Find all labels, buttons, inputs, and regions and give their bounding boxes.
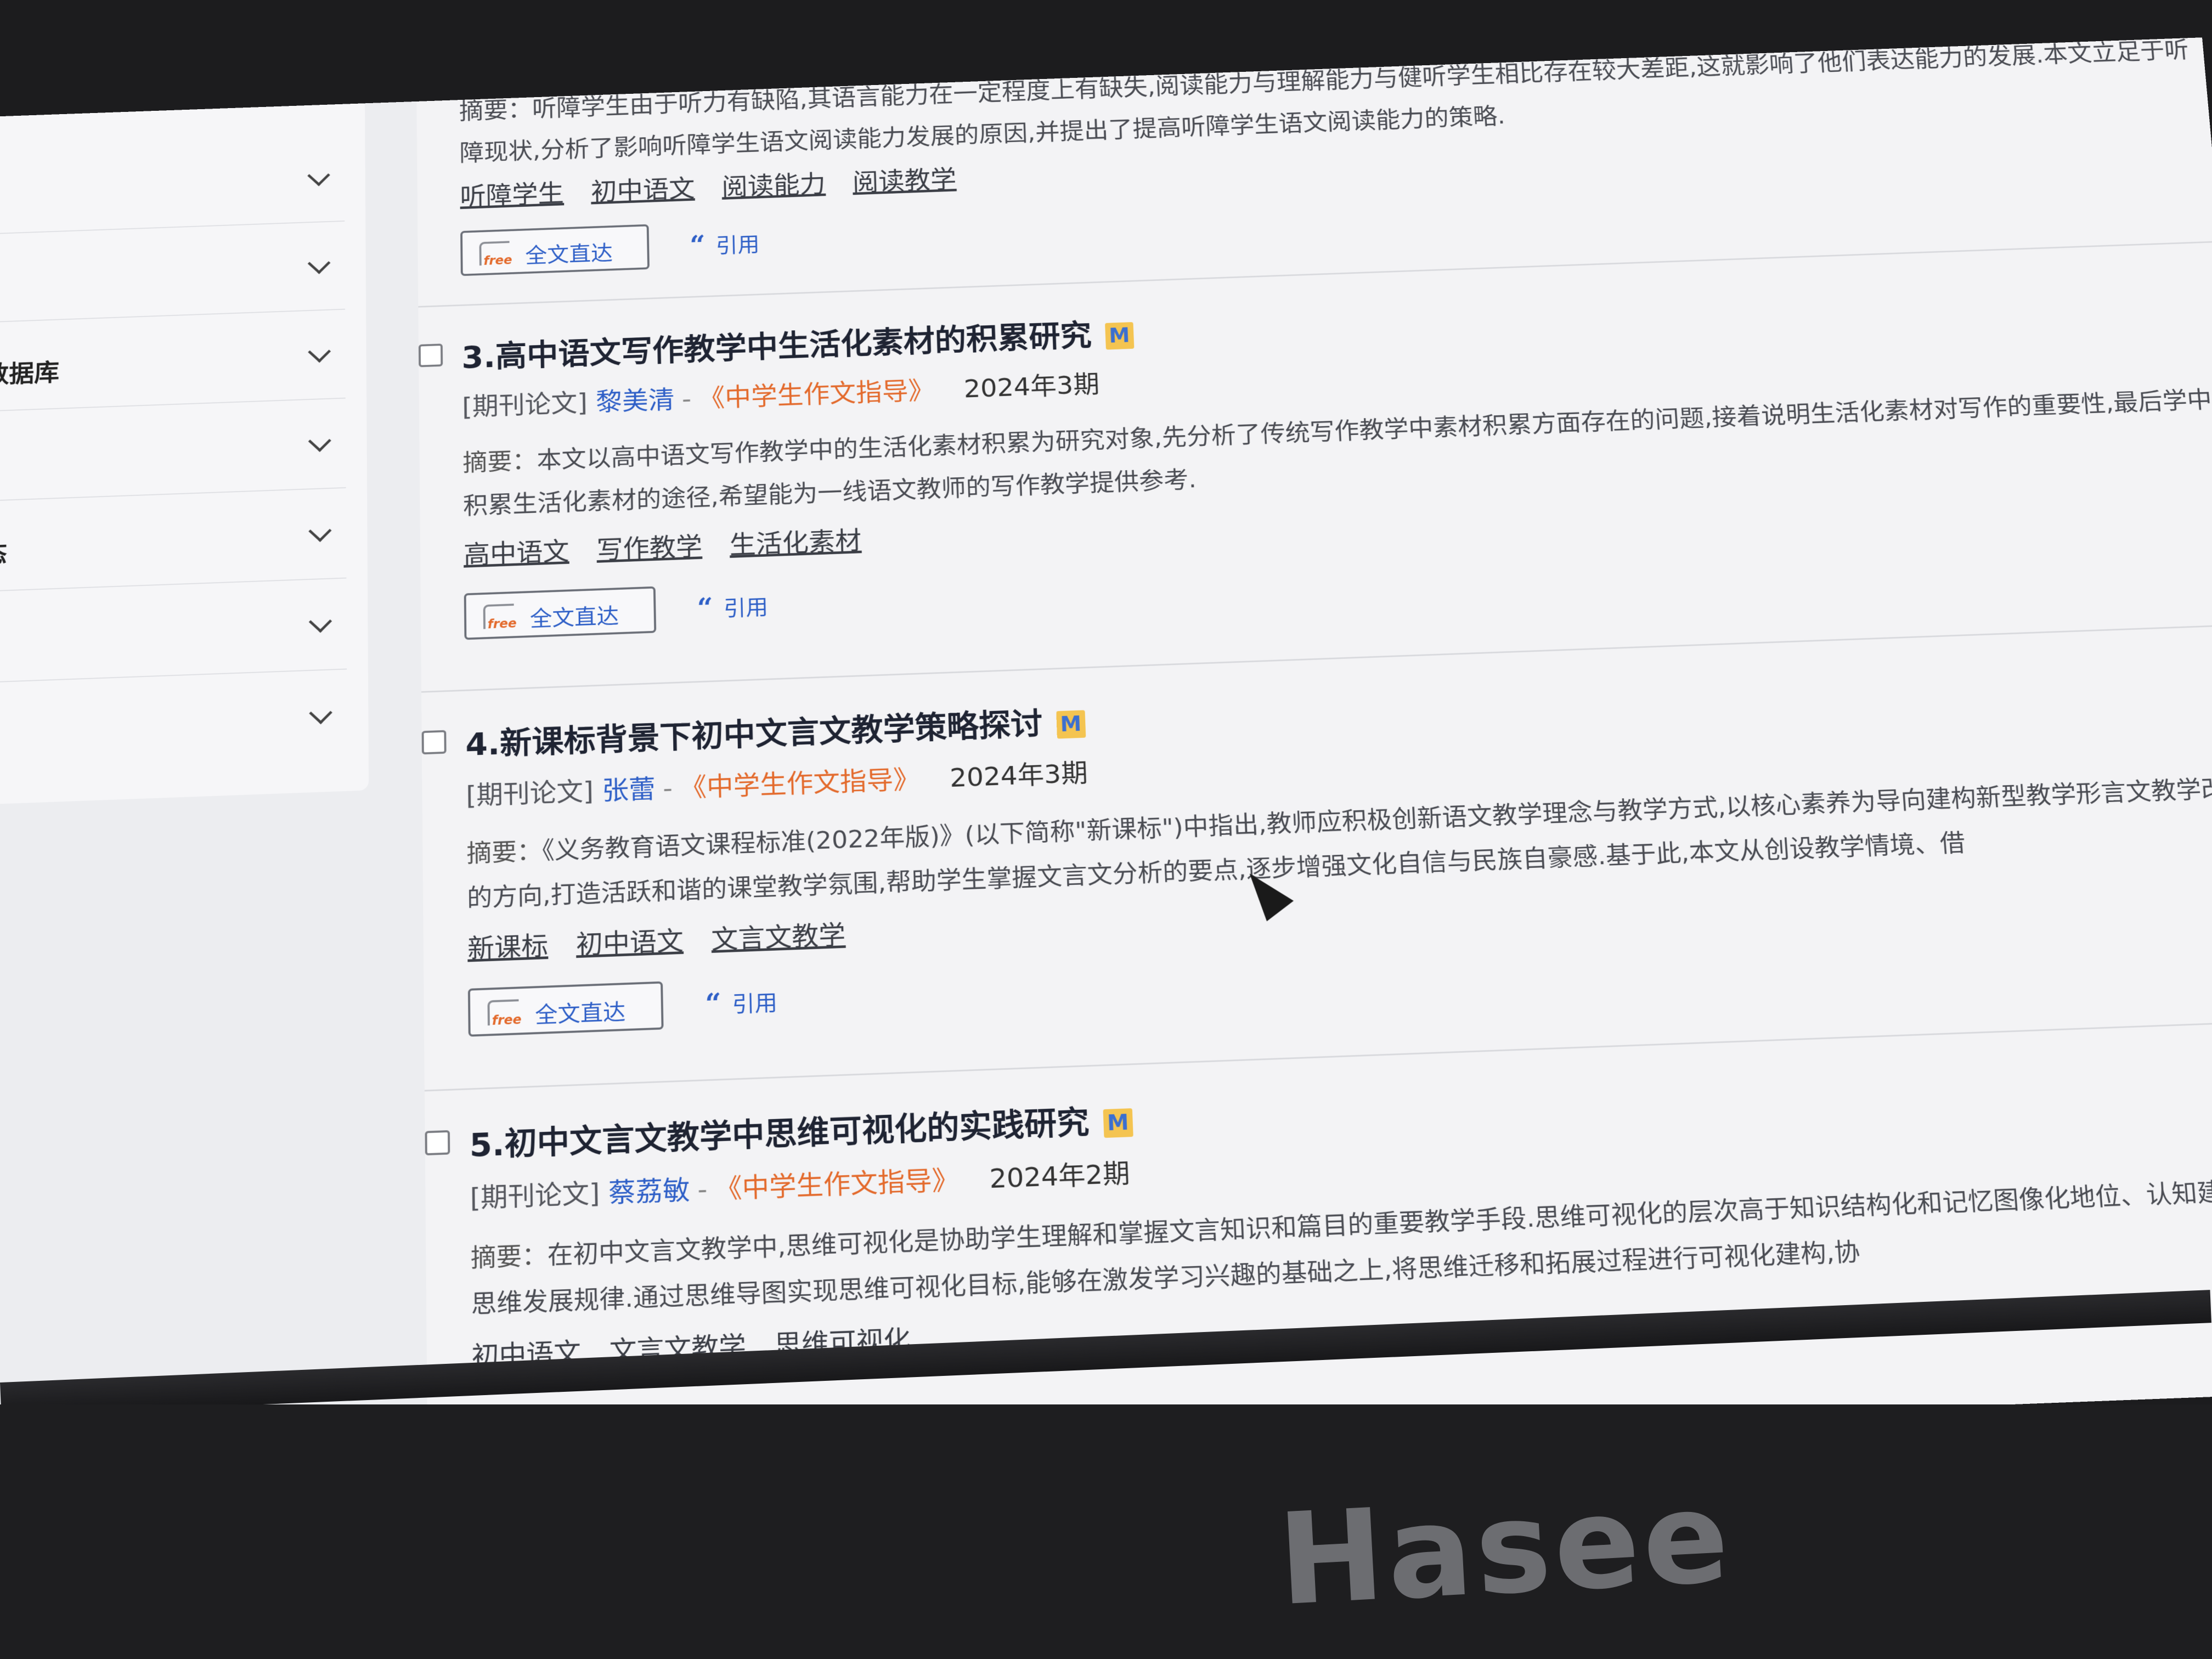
result-title[interactable]: 4.新课标背景下初中文言文教学策略探讨 M	[465, 697, 1086, 765]
chevron-down-icon[interactable]	[308, 341, 331, 363]
result-meta: [期刊论文] 张蕾 - 《中学生作文指导》 2024年3期	[466, 753, 1088, 812]
keyword-link[interactable]: 新课标	[467, 931, 549, 964]
laptop-screen: 数据库 态 摘要：听障学生由于听力有缺陷,其语言能力在一定程度上有缺失,阅读能力…	[0, 37, 2212, 1482]
issue-label: 2024年3期	[963, 369, 1101, 404]
cite-label: 引用	[731, 990, 778, 1018]
full-text-button[interactable]: free 全文直达	[460, 224, 650, 276]
chevron-down-icon[interactable]	[307, 165, 330, 187]
author-link[interactable]: 蔡荔敏	[608, 1175, 690, 1209]
filter-label: 态	[0, 539, 8, 569]
full-text-button[interactable]: free 全文直达	[467, 981, 664, 1037]
free-access-icon: free	[479, 241, 512, 268]
keyword-link[interactable]: 生活化素材	[729, 526, 862, 560]
cite-button[interactable]: “ 引用	[697, 590, 768, 624]
quote-icon: “	[704, 988, 722, 1020]
quote-icon: “	[697, 592, 714, 624]
chevron-down-icon[interactable]	[307, 252, 331, 274]
abstract-label: 摘要：	[470, 1240, 548, 1273]
keyword-link[interactable]: 听障学生	[460, 179, 564, 211]
keyword-link[interactable]: 高中语文	[464, 537, 569, 569]
keyword-link[interactable]: 初中语文	[591, 174, 695, 206]
filter-row[interactable]: 态	[0, 492, 347, 592]
result-title-text[interactable]: 5.初中文言文教学中思维可视化的实践研究	[469, 1104, 1090, 1164]
result-title-text[interactable]: 3.高中语文写作教学中生活化素材的积累研究	[461, 318, 1092, 376]
doc-type: [期刊论文]	[462, 388, 588, 422]
meta-separator: -	[697, 1173, 708, 1205]
keyword-link[interactable]: 文言文教学	[711, 920, 846, 955]
free-access-icon: free	[483, 603, 517, 631]
chevron-down-icon[interactable]	[308, 610, 332, 633]
filter-row[interactable]	[0, 138, 345, 235]
source-link[interactable]: 《中学生作文指导》	[715, 1165, 960, 1205]
result-checkbox[interactable]	[421, 730, 447, 755]
filter-row[interactable]	[0, 402, 346, 502]
result-checkbox[interactable]	[418, 343, 443, 368]
result-item: 4.新课标背景下初中文言文教学策略探讨 M [期刊论文] 张蕾 - 《中学生作文指导》…	[421, 654, 2212, 1037]
chevron-down-icon[interactable]	[308, 430, 331, 452]
keyword-link[interactable]: 初中语文	[576, 926, 684, 960]
filter-row[interactable]	[0, 225, 346, 323]
filter-sidebar: 数据库 态	[0, 103, 369, 805]
brand-logo: Hasee	[1274, 1464, 1735, 1634]
cite-button[interactable]: “ 引用	[705, 985, 778, 1020]
result-actions: free 全文直达 “ 引用	[467, 981, 777, 1037]
m-badge-icon: M	[1104, 322, 1134, 350]
chevron-down-icon[interactable]	[308, 520, 332, 542]
result-actions: free 全文直达 “ 引用	[464, 586, 768, 640]
result-item: 3.高中语文写作教学中生活化素材的积累研究 M [期刊论文] 黎美清 - 《中学生作文…	[418, 270, 2212, 640]
keyword-link[interactable]: 阅读教学	[852, 165, 957, 197]
issue-label: 2024年3期	[949, 758, 1088, 793]
doc-type: [期刊论文]	[470, 1178, 600, 1214]
result-title[interactable]: 5.初中文言文教学中思维可视化的实践研究 M	[469, 1095, 1133, 1166]
m-badge-icon: M	[1103, 1108, 1133, 1138]
filter-row[interactable]	[0, 674, 347, 774]
result-divider	[421, 624, 2212, 693]
author-link[interactable]: 张蕾	[602, 774, 656, 806]
filter-row[interactable]: 数据库	[0, 313, 346, 412]
result-abstract: 摘要：听障学生由于听力有缺陷,其语言能力在一定程度上有缺失,阅读能力与理解能力与…	[459, 37, 2190, 167]
laptop-bezel	[0, 1404, 2212, 1659]
chevron-down-icon[interactable]	[309, 702, 332, 725]
quote-icon: “	[689, 230, 706, 261]
full-text-label: 全文直达	[525, 240, 613, 268]
cite-button[interactable]: “ 引用	[689, 228, 760, 261]
full-text-button[interactable]: free 全文直达	[464, 586, 657, 640]
meta-separator: -	[662, 773, 673, 804]
issue-label: 2024年2期	[989, 1158, 1131, 1194]
cite-label: 引用	[723, 595, 769, 622]
abstract-label: 摘要：	[462, 447, 537, 477]
result-title-text[interactable]: 4.新课标背景下初中文言文教学策略探讨	[465, 706, 1043, 763]
full-text-label: 全文直达	[529, 603, 619, 631]
result-item: 摘要：听障学生由于听力有缺陷,其语言能力在一定程度上有缺失,阅读能力与理解能力与…	[417, 37, 2204, 276]
m-badge-icon: M	[1056, 710, 1086, 739]
result-item: 5.初中文言文教学中思维可视化的实践研究 M [期刊论文] 蔡荔敏 - 《中学生作文指…	[425, 1052, 2212, 1373]
result-divider	[418, 241, 2212, 308]
filter-label: 数据库	[0, 358, 60, 389]
result-divider	[424, 1020, 2212, 1092]
author-link[interactable]: 黎美清	[596, 385, 675, 417]
result-actions: free 全文直达 “ 引用	[460, 224, 760, 276]
free-access-icon: free	[487, 999, 522, 1028]
source-link[interactable]: 《中学生作文指导》	[680, 764, 921, 803]
abstract-label: 摘要：	[466, 837, 543, 868]
result-keywords: 高中语文 写作教学 生活化素材	[464, 520, 881, 571]
cite-label: 引用	[715, 232, 760, 258]
full-text-label: 全文直达	[534, 998, 626, 1028]
result-keywords: 新课标 初中语文 文言文教学	[467, 913, 865, 966]
keyword-link[interactable]: 写作教学	[596, 532, 702, 565]
keyword-link[interactable]: 阅读能力	[721, 170, 826, 201]
search-results-list: 摘要：听障学生由于听力有缺陷,其语言能力在一定程度上有缺失,阅读能力与理解能力与…	[416, 37, 2212, 1465]
result-checkbox[interactable]	[425, 1130, 450, 1156]
source-link[interactable]: 《中学生作文指导》	[698, 376, 935, 413]
doc-type: [期刊论文]	[466, 776, 594, 811]
filter-row[interactable]	[0, 582, 347, 684]
meta-separator: -	[681, 384, 692, 414]
photo-stage: 数据库 态 摘要：听障学生由于听力有缺陷,其语言能力在一定程度上有缺失,阅读能力…	[0, 0, 2212, 1659]
